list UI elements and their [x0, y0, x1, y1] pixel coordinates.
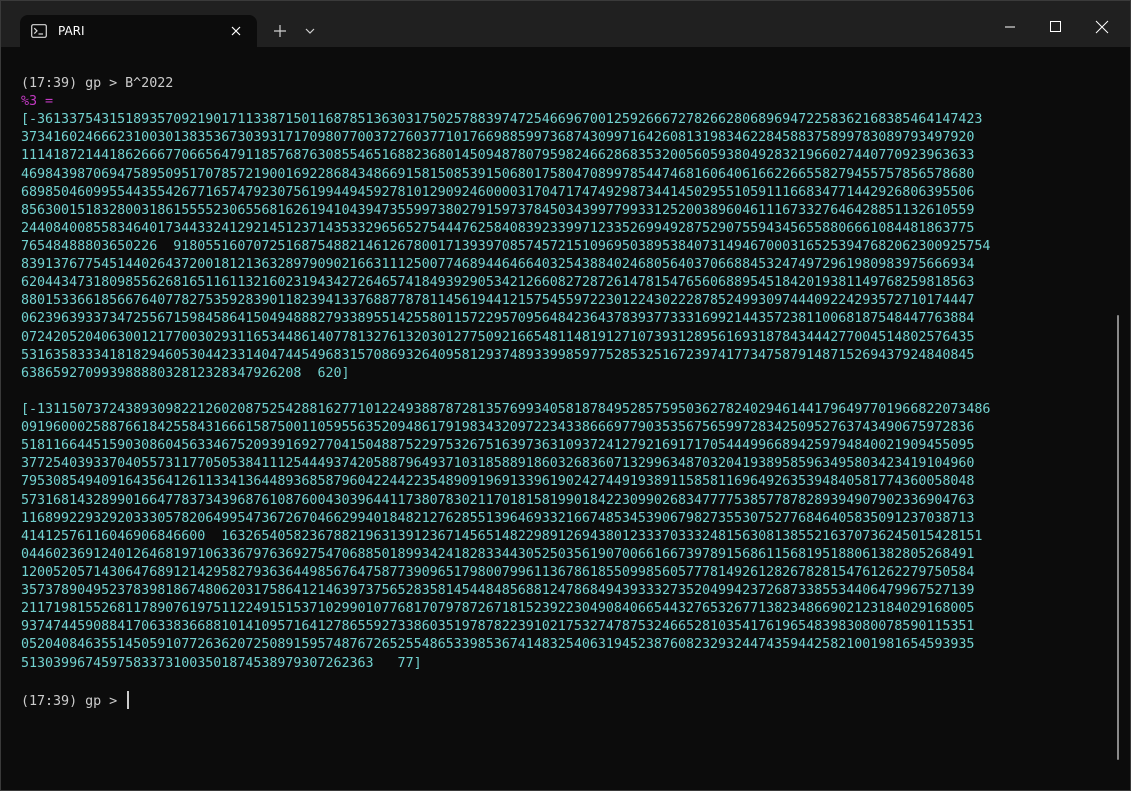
close-icon[interactable] [1079, 11, 1125, 43]
output-line: [-36133754315189357092190171133871501168… [21, 112, 983, 128]
plus-icon[interactable] [269, 21, 291, 41]
output-line: 41412576116046906846600 1632654058236788… [21, 528, 983, 544]
output-line: 3734160246662310030138353673039317170980… [21, 130, 975, 146]
terminal-body[interactable]: (17:39) gp > B^2022 %3 = [-3613375431518… [1, 47, 1130, 790]
output-line: 6204434731809855626816511611321602319434… [21, 275, 975, 291]
output-line: 0520408463551450591077263620725089159574… [21, 637, 975, 653]
output-line: 5181166445159030860456334675209391692770… [21, 438, 975, 454]
output-line: [-13115073724389309822126020875254288162… [21, 401, 991, 417]
output-line: 5130399674597583373100350187453897930726… [21, 655, 422, 671]
output-line: 7953085494091643564126113341364489368587… [21, 474, 975, 490]
output-line: 1168992293292033305782064995473672670466… [21, 510, 975, 526]
tab-title: PARI [58, 24, 85, 38]
output-line: 5316358333418182946053044233140474454968… [21, 347, 975, 363]
output-line: 63865927099398888032812328347926208 620] [21, 365, 350, 381]
output-line: 1200520571430647689121429582793636449856… [21, 564, 975, 580]
output-line: 4698439870694758950951707857219001692286… [21, 166, 975, 182]
command-line: (17:39) gp > B^2022 [21, 76, 174, 91]
output-line: 0623963933734725567159845864150494888279… [21, 311, 975, 327]
output-line: 8563001518328003186155552306556816261941… [21, 202, 975, 218]
vertical-scrollbar[interactable] [1117, 315, 1119, 760]
output-line: 0446023691240126468197106336797636927547… [21, 546, 975, 562]
output-line: 6898504609955443554267716574792307561994… [21, 184, 975, 200]
output-line: 76548488803650226 9180551607072516875488… [21, 238, 991, 254]
final-prompt: (17:39) gp > [21, 693, 126, 709]
output-line: 5731681432899016647783734396876108760043… [21, 492, 975, 508]
terminal-window: PARI (17:39) gp > B^2022 %3 = [-36133754… [0, 0, 1131, 791]
output-line: 1114187214418626667706656479118576876308… [21, 148, 975, 164]
output-line: 3772540393370405573117705053841112544493… [21, 456, 975, 472]
output-line: 0724205204063001217700302931165344861407… [21, 329, 975, 345]
output-line: 8801533661856676407782753592839011823941… [21, 293, 975, 309]
result-label: %3 = [21, 94, 54, 110]
title-bar[interactable]: PARI [1, 1, 1130, 47]
output-line: 3573789049523783981867480620317586412146… [21, 583, 975, 599]
output-line: 8391376775451440264372001812136328979090… [21, 257, 975, 273]
terminal-icon [31, 24, 47, 38]
tab-pari[interactable]: PARI [20, 15, 257, 47]
chevron-down-icon[interactable] [299, 21, 321, 41]
cursor [127, 690, 130, 709]
output-line: 2117198155268117890761975112249151537102… [21, 601, 975, 617]
output-line: 2440840085583464017344332412921451237143… [21, 220, 975, 236]
maximize-icon[interactable] [1033, 11, 1079, 43]
minimize-icon[interactable] [987, 11, 1033, 43]
input-line[interactable]: (17:39) gp > [21, 690, 1106, 709]
close-icon[interactable] [228, 23, 244, 39]
output-line: 9374744590884170633836688101410957164127… [21, 619, 975, 635]
output-line: 0919600025887661842558431666158750011059… [21, 420, 975, 436]
terminal-output: (17:39) gp > B^2022 %3 = [-3613375431518… [21, 75, 1106, 709]
